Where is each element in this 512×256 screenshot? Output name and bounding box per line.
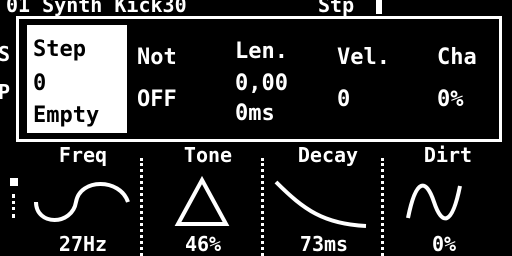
chance-value[interactable]: 0%	[437, 89, 464, 111]
macro-label-dirt: Dirt	[423, 143, 473, 167]
side-letter-s: S	[0, 42, 11, 66]
macro-label-decay: Decay	[297, 143, 359, 167]
macro-value-dirt: 0%	[431, 232, 457, 256]
step-selector[interactable]: Step 0 Empty	[27, 25, 127, 133]
track-name: 01 Synth Kick30	[6, 0, 187, 17]
chance-label: Cha	[437, 45, 477, 70]
length-value[interactable]: 0,00	[235, 73, 288, 95]
track-header: 01 Synth Kick30 Stp	[0, 0, 512, 17]
macro-value-freq: 27Hz	[58, 232, 108, 256]
step-popup: Step 0 Empty Not OFF Len. 0,00 0ms Vel. …	[16, 16, 502, 142]
side-letter-p: P	[0, 80, 11, 104]
note-label: Not	[137, 45, 177, 70]
velocity-label: Vel.	[337, 45, 390, 70]
page-dots	[12, 194, 18, 218]
macro-value-tone: 46%	[184, 232, 222, 256]
sine-wave-icon[interactable]	[34, 174, 134, 230]
macro-label-tone: Tone	[183, 143, 233, 167]
decay-curve-icon[interactable]	[274, 174, 370, 234]
header-marker	[376, 0, 382, 14]
triangle-icon[interactable]	[174, 174, 230, 230]
page-indicator	[10, 178, 18, 186]
length-label: Len.	[235, 39, 288, 64]
step-label: Step	[33, 37, 86, 62]
macro-label-freq: Freq	[58, 143, 108, 167]
velocity-value[interactable]: 0	[337, 89, 350, 111]
note-value[interactable]: OFF	[137, 89, 177, 111]
wave-icon[interactable]	[404, 174, 464, 230]
step-state: Empty	[33, 103, 100, 128]
step-number: 0	[33, 71, 47, 96]
mode-indicator: Stp	[318, 0, 355, 17]
length-ms-value: 0ms	[235, 101, 275, 126]
macro-value-decay: 73ms	[299, 232, 349, 256]
